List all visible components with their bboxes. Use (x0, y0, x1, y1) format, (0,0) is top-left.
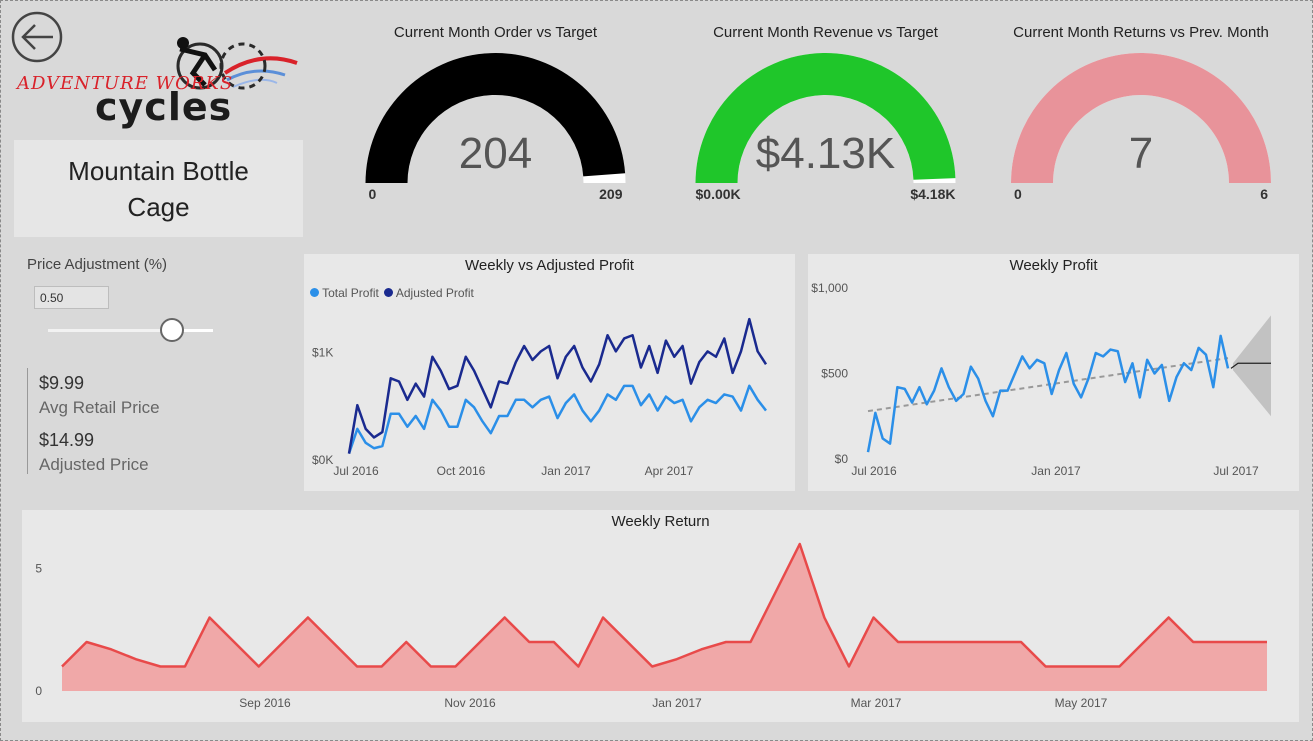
weekly-vs-adjusted-profit-chart[interactable]: $0K $1K Jul 2016 Oct 2016 Jan 2017 Apr 2017 (304, 254, 795, 491)
weekly-return-panel: Weekly Return 0 5 Sep 2016 Nov 2016 Jan 2017… (22, 510, 1299, 722)
price-adjustment-label: Price Adjustment (%) (27, 256, 168, 273)
gauge-value: $4.13K (755, 129, 896, 178)
x-tick-label: May 2017 (1055, 696, 1108, 710)
forecast-band[interactable] (1233, 315, 1271, 417)
x-tick-label: Sep 2016 (239, 696, 291, 710)
weekly-return-chart[interactable]: 0 5 Sep 2016 Nov 2016 Jan 2017 Mar 2017 May 20… (22, 510, 1299, 722)
weekly-profit-panel: Weekly Profit $0 $500 $1,000 Jul 2016 Jan 20… (808, 254, 1299, 491)
gauge-card: Current Month Returns vs Prev. Month 7 0 6 (1001, 23, 1281, 208)
adjusted-price-label: Adjusted Price (39, 455, 149, 474)
slider-fill (48, 329, 172, 332)
gauge-arc[interactable] (1001, 23, 1281, 208)
gauge-card: Current Month Revenue vs Target $4.13K $0.… (688, 23, 963, 208)
weekly-profit-line[interactable] (866, 334, 1230, 453)
x-tick-label: Jul 2017 (1213, 464, 1259, 478)
gauge-max-label: 6 (1260, 186, 1268, 202)
dashboard-page: ADVENTURE WORKS cycles Mountain Bottle C… (0, 0, 1313, 741)
weekly-return-line[interactable] (61, 542, 1267, 668)
kpi-divider (27, 368, 28, 474)
gauge-max-label: 209 (599, 186, 623, 202)
product-name-card: Mountain Bottle Cage (14, 140, 303, 237)
gauge-min-label: $0.00K (695, 186, 741, 202)
gauge-min-label: 0 (368, 186, 377, 202)
x-tick-label: Apr 2017 (645, 464, 694, 478)
gauge-min-label: 0 (1014, 186, 1022, 202)
x-tick-label: Jan 2017 (541, 464, 591, 478)
y-tick-label: $1K (312, 345, 333, 359)
total-profit-line[interactable] (347, 384, 767, 455)
x-tick-label: Mar 2017 (851, 696, 902, 710)
x-tick-label: Jul 2016 (851, 464, 897, 478)
gauge-arc[interactable] (358, 23, 633, 208)
y-tick-label: $0 (835, 452, 849, 466)
logo-text-bottom: cycles (95, 85, 233, 129)
weekly-return-area[interactable] (62, 544, 1267, 691)
y-tick-label: 5 (35, 562, 42, 576)
y-tick-label: $1,000 (811, 281, 848, 295)
adjusted-profit-line[interactable] (347, 317, 768, 454)
adjusted-price-value: $14.99 (39, 430, 95, 450)
gauge-value: 7 (1128, 129, 1154, 178)
gauge-card: Current Month Order vs Target 204 0 209 (358, 23, 633, 208)
weekly-profit-chart[interactable]: $0 $500 $1,000 Jul 2016 Jan 2017 Jul 2017 (808, 254, 1299, 491)
price-adjustment-track[interactable] (48, 329, 213, 332)
x-tick-label: Jan 2017 (652, 696, 702, 710)
gauge-max-label: $4.18K (910, 186, 956, 202)
price-adjustment-thumb[interactable] (159, 318, 184, 342)
x-tick-label: Jul 2016 (333, 464, 379, 478)
weekly-vs-adjusted-profit-panel: Weekly vs Adjusted Profit Total Profit A… (304, 254, 795, 491)
y-tick-label: $0K (312, 453, 333, 467)
avg-retail-price-label: Avg Retail Price (39, 398, 160, 417)
gauge-arc[interactable] (688, 23, 963, 208)
x-tick-label: Oct 2016 (437, 464, 486, 478)
x-tick-label: Jan 2017 (1031, 464, 1081, 478)
y-tick-label: 0 (35, 684, 42, 698)
x-tick-label: Nov 2016 (444, 696, 496, 710)
price-adjustment-input[interactable]: 0.50 (34, 286, 109, 309)
company-logo: ADVENTURE WORKS cycles (15, 35, 305, 130)
product-name: Mountain Bottle Cage (68, 155, 249, 222)
gauge-value: 204 (458, 129, 533, 178)
y-tick-label: $500 (821, 367, 848, 381)
avg-retail-price-value: $9.99 (39, 373, 85, 393)
